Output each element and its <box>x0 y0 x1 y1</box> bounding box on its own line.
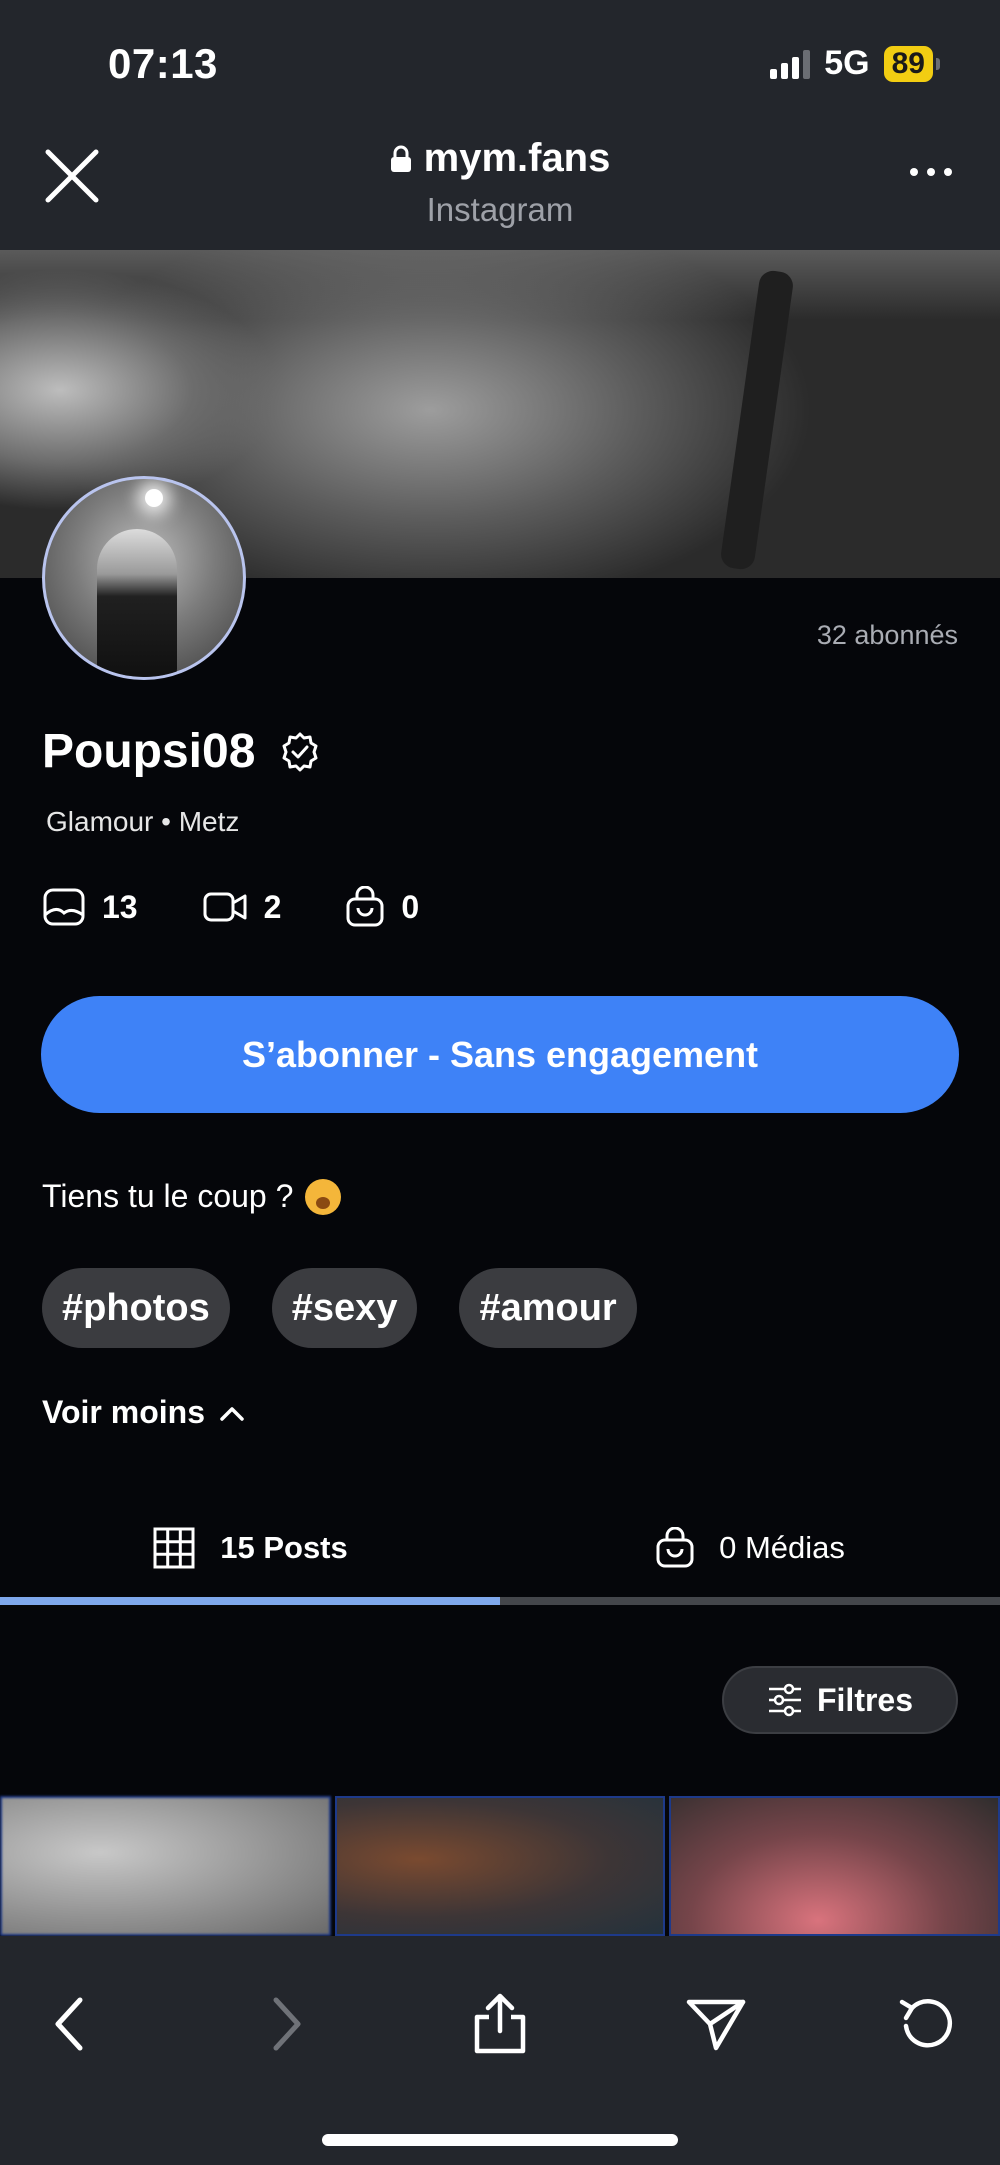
profile-name: Poupsi08 <box>42 725 256 778</box>
subscriber-count: 32 abonnés <box>816 620 958 650</box>
active-tab-indicator <box>0 1597 500 1605</box>
see-less-label: Voir moins <box>42 1394 205 1430</box>
image-icon <box>43 888 85 926</box>
post-thumbnail[interactable] <box>0 1796 331 1936</box>
tab-posts[interactable]: 15 Posts <box>0 1490 500 1606</box>
status-indicators: 5G 89 <box>770 44 940 83</box>
home-indicator <box>322 2134 678 2146</box>
close-button[interactable] <box>44 148 100 204</box>
photos-count: 13 <box>102 888 138 925</box>
back-button[interactable] <box>34 1988 106 2060</box>
hashtag-chip[interactable]: #sexy <box>271 1268 418 1348</box>
profile-meta: Glamour • Metz <box>46 806 240 837</box>
videos-count: 2 <box>263 888 282 925</box>
filters-button[interactable]: Filtres <box>722 1666 958 1734</box>
tab-posts-label: 15 Posts <box>220 1530 348 1565</box>
photos-stat: 13 <box>42 887 138 927</box>
post-thumbnail[interactable] <box>669 1796 1000 1936</box>
filters-label: Filtres <box>816 1681 914 1718</box>
verified-badge-icon <box>282 732 318 771</box>
avatar[interactable] <box>42 476 246 680</box>
hashtag-chip[interactable]: #photos <box>42 1268 230 1348</box>
yawning-face-emoji-icon <box>305 1178 342 1215</box>
status-time: 07:13 <box>108 40 218 87</box>
url-text: mym.fans <box>423 136 611 180</box>
sliders-icon <box>768 1683 801 1717</box>
battery-icon: 89 <box>883 45 940 82</box>
more-options-button[interactable] <box>910 168 952 176</box>
forward-button[interactable] <box>250 1988 322 2060</box>
posts-grid <box>0 1796 1000 1936</box>
content-tabs: 15 Posts 0 Médias <box>0 1490 1000 1606</box>
see-less-toggle[interactable]: Voir moins <box>42 1394 245 1431</box>
bag-count: 0 <box>401 888 420 925</box>
close-icon <box>45 149 99 203</box>
url-source: Instagram <box>426 191 574 228</box>
more-icon <box>910 168 918 176</box>
chevron-up-icon <box>220 1406 244 1421</box>
tab-media[interactable]: 0 Médias <box>500 1490 1000 1606</box>
browser-toolbar <box>0 1936 1000 2165</box>
hashtag-list: #photos #sexy #amour <box>42 1268 637 1348</box>
share-icon <box>474 1993 526 2054</box>
reload-button[interactable] <box>892 1988 964 2060</box>
share-button[interactable] <box>464 1988 536 2060</box>
shopping-bag-icon <box>656 1527 694 1568</box>
bag-stat: 0 <box>345 886 419 928</box>
send-button[interactable] <box>680 1988 752 2060</box>
post-thumbnail[interactable] <box>334 1796 666 1936</box>
shopping-bag-icon <box>346 886 384 927</box>
browser-header: 07:13 5G 89 mym.fans Instagram <box>0 0 1000 250</box>
grid-icon <box>153 1527 195 1569</box>
chevron-right-icon <box>273 1997 301 2051</box>
subscribe-button[interactable]: S’abonner - Sans engagement <box>41 996 959 1113</box>
paper-plane-icon <box>686 1999 746 2051</box>
reload-icon <box>899 1999 953 2048</box>
videos-stat: 2 <box>202 888 282 926</box>
signal-icon <box>770 49 811 79</box>
hashtag-chip[interactable]: #amour <box>459 1268 637 1348</box>
lock-icon <box>390 145 411 172</box>
bio-text: Tiens tu le coup ? <box>42 1178 294 1214</box>
network-label: 5G <box>824 44 870 82</box>
tab-media-label: 0 Médias <box>719 1530 845 1565</box>
profile-name-row: Poupsi08 <box>42 724 321 779</box>
address-bar[interactable]: mym.fans Instagram <box>250 136 750 229</box>
profile-stats: 13 2 0 <box>42 886 419 928</box>
chevron-left-icon <box>55 1997 83 2051</box>
profile-bio: Tiens tu le coup ? <box>42 1178 342 1215</box>
video-camera-icon <box>203 892 247 922</box>
battery-level: 89 <box>883 45 933 82</box>
